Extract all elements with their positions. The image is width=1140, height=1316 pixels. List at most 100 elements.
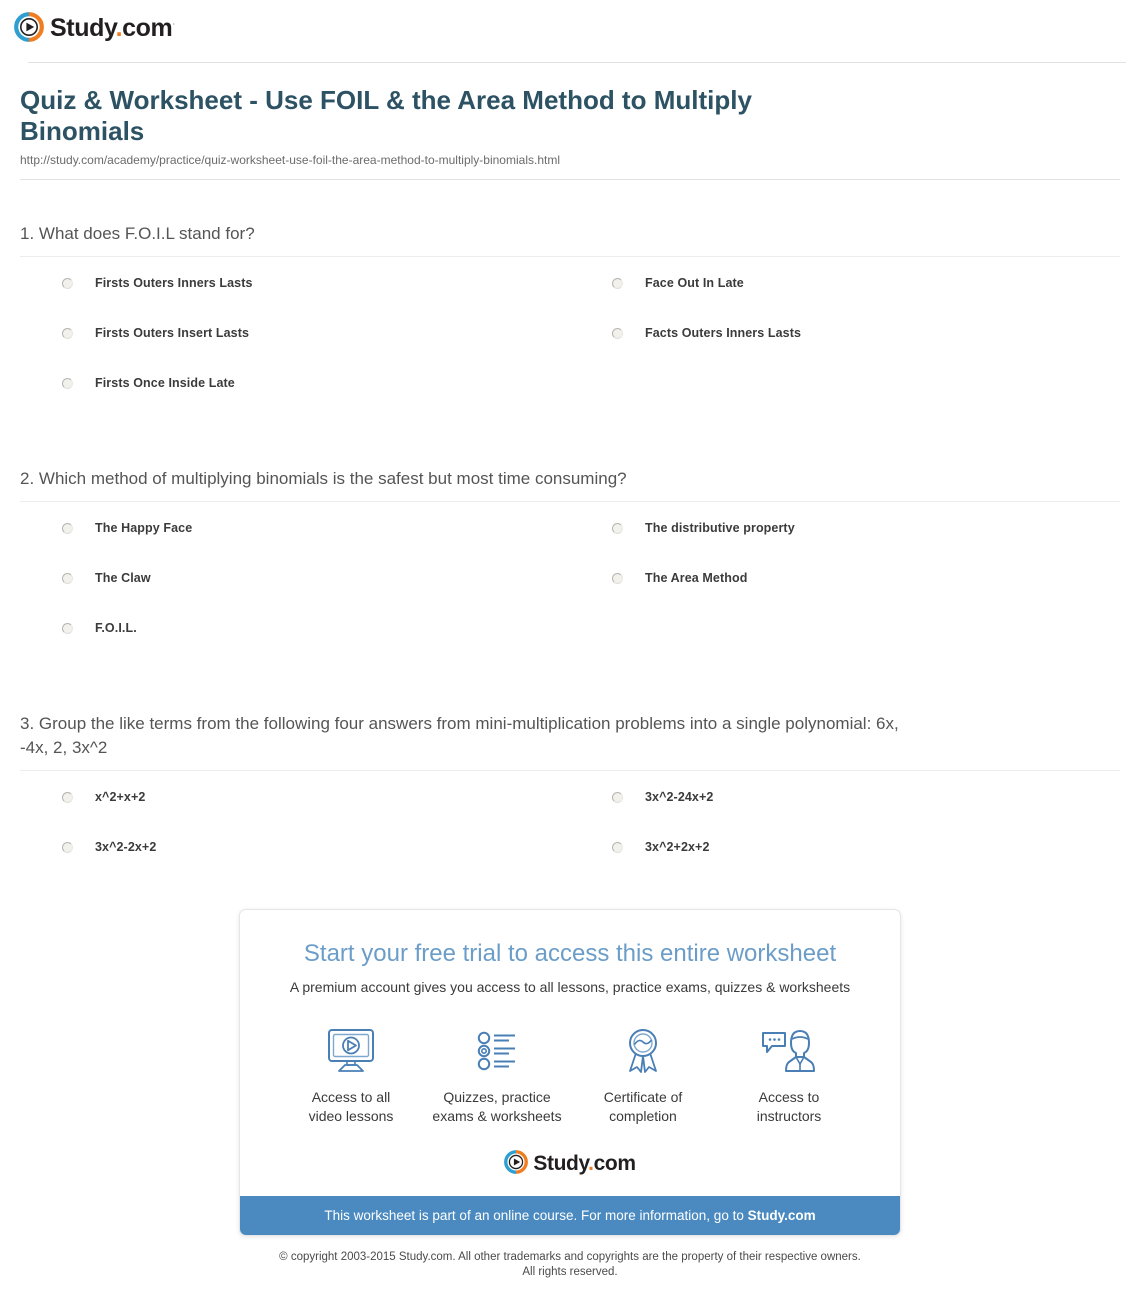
radio-button-icon[interactable] xyxy=(62,573,73,584)
course-info-bar[interactable]: This worksheet is part of an online cour… xyxy=(240,1196,900,1235)
radio-button-icon[interactable] xyxy=(612,278,623,289)
copyright-footer: © copyright 2003-2015 Study.com. All oth… xyxy=(0,1236,1140,1280)
answer-label: F.O.I.L. xyxy=(95,621,137,635)
radio-button-icon[interactable] xyxy=(62,523,73,534)
question-1-divider xyxy=(20,256,1120,257)
answer-option[interactable]: The Happy Face xyxy=(20,520,570,570)
answer-option[interactable]: Firsts Once Inside Late xyxy=(20,375,570,425)
study-logo[interactable]: Study.com· xyxy=(14,12,1140,42)
course-info-text: This worksheet is part of an online cour… xyxy=(324,1208,748,1223)
logo-word-study: Study xyxy=(50,13,116,42)
promo-title: Start your free trial to access this ent… xyxy=(303,940,837,967)
feature-label-line2: completion xyxy=(609,1108,677,1124)
question-3-text: 3. Group the like terms from the followi… xyxy=(20,714,899,757)
radio-button-icon[interactable] xyxy=(62,792,73,803)
question-1-text: 1. What does F.O.I.L stand for? xyxy=(20,224,255,243)
logo-word-study: Study xyxy=(533,1151,589,1175)
feature-label: Access to all video lessons xyxy=(278,1088,424,1126)
radio-button-icon[interactable] xyxy=(612,792,623,803)
answer-option[interactable]: x^2+x+2 xyxy=(20,789,570,839)
radio-button-icon[interactable] xyxy=(612,328,623,339)
questions-container: 1. What does F.O.I.L stand for? Firsts O… xyxy=(0,180,1140,889)
promo-section: Start your free trial to access this ent… xyxy=(0,909,1140,1236)
answer-label: The distributive property xyxy=(645,521,795,535)
answer-option[interactable]: The distributive property xyxy=(570,520,1120,570)
copyright-line-2: All rights reserved. xyxy=(522,1266,618,1278)
page-title: Quiz & Worksheet - Use FOIL & the Area M… xyxy=(20,85,752,146)
answer-option[interactable]: The Claw xyxy=(20,570,570,620)
radio-button-icon[interactable] xyxy=(62,378,73,389)
question-3-answers: x^2+x+2 3x^2-24x+2 3x^2-2x+2 3x^2+2x+2 xyxy=(20,789,1120,889)
answer-option[interactable]: 3x^2+2x+2 xyxy=(570,839,1120,889)
answer-option[interactable]: Firsts Outers Insert Lasts xyxy=(20,325,570,375)
answer-label: Face Out In Late xyxy=(645,276,744,290)
answer-label: Facts Outers Inners Lasts xyxy=(645,326,802,340)
page-url: http://study.com/academy/practice/quiz-w… xyxy=(20,153,560,167)
answer-label: Firsts Outers Inners Lasts xyxy=(95,276,253,290)
study-logo-text: Study.com xyxy=(533,1151,636,1175)
award-ribbon-icon xyxy=(570,1024,716,1078)
radio-button-icon[interactable] xyxy=(612,523,623,534)
feature-label-line1: Access to xyxy=(758,1089,820,1105)
logo-trademark: · xyxy=(172,18,175,29)
question-1-answers: Firsts Outers Inners Lasts Face Out In L… xyxy=(20,275,1120,425)
answer-option[interactable]: Firsts Outers Inners Lasts xyxy=(20,275,570,325)
title-block: Quiz & Worksheet - Use FOIL & the Area M… xyxy=(0,63,1140,180)
answer-label: Firsts Once Inside Late xyxy=(95,376,235,390)
feature-label-line2: exams & worksheets xyxy=(432,1108,562,1124)
feature-label-line2: instructors xyxy=(756,1108,822,1124)
course-info-link[interactable]: Study.com xyxy=(748,1208,816,1223)
answer-label: The Happy Face xyxy=(95,521,193,535)
play-circle-icon xyxy=(504,1150,529,1174)
feature-label: Quizzes, practice exams & worksheets xyxy=(424,1088,570,1126)
question-2-answers: The Happy Face The distributive property… xyxy=(20,520,1120,670)
monitor-play-icon xyxy=(278,1024,424,1078)
answer-option[interactable]: Facts Outers Inners Lasts xyxy=(570,325,1120,375)
logo-word-com: com xyxy=(122,13,173,42)
page-header: Study.com· xyxy=(0,0,1140,63)
feature-video-lessons: Access to all video lessons xyxy=(278,1024,424,1126)
answer-option[interactable]: 3x^2-2x+2 xyxy=(20,839,570,889)
feature-label: Access to instructors xyxy=(716,1088,862,1126)
quiz-list-icon xyxy=(424,1024,570,1078)
answer-label: Firsts Outers Insert Lasts xyxy=(95,326,250,340)
answer-label: 3x^2+2x+2 xyxy=(645,840,710,854)
question-1: 1. What does F.O.I.L stand for? Firsts O… xyxy=(20,180,1120,425)
answer-label: 3x^2-24x+2 xyxy=(645,790,714,804)
free-trial-card: Start your free trial to access this ent… xyxy=(239,909,901,1236)
answer-label: x^2+x+2 xyxy=(95,790,146,804)
feature-label-line2: video lessons xyxy=(308,1108,394,1124)
question-2-text: 2. Which method of multiplying binomials… xyxy=(20,469,627,488)
radio-button-icon[interactable] xyxy=(612,842,623,853)
question-2: 2. Which method of multiplying binomials… xyxy=(20,425,1120,670)
feature-quizzes: Quizzes, practice exams & worksheets xyxy=(424,1024,570,1126)
study-logo-text: Study.com· xyxy=(50,13,175,42)
copyright-line-1: © copyright 2003-2015 Study.com. All oth… xyxy=(279,1251,861,1263)
radio-button-icon[interactable] xyxy=(62,328,73,339)
feature-label-line1: Quizzes, practice xyxy=(443,1089,551,1105)
feature-certificate: Certificate of completion xyxy=(570,1024,716,1126)
answer-option[interactable]: Face Out In Late xyxy=(570,275,1120,325)
instructor-chat-icon xyxy=(716,1024,862,1078)
feature-list: Access to all video lessons Quizzes, pra… xyxy=(240,996,900,1126)
play-circle-icon xyxy=(14,12,44,42)
question-2-divider xyxy=(20,501,1120,502)
feature-label-line1: Access to all xyxy=(311,1089,391,1105)
answer-option[interactable]: 3x^2-24x+2 xyxy=(570,789,1120,839)
answer-label: The Claw xyxy=(95,571,151,585)
logo-word-com: com xyxy=(593,1151,636,1175)
answer-label: The Area Method xyxy=(645,571,748,585)
answer-option[interactable]: The Area Method xyxy=(570,570,1120,620)
radio-button-icon[interactable] xyxy=(62,278,73,289)
feature-label-line1: Certificate of xyxy=(603,1089,683,1105)
answer-label: 3x^2-2x+2 xyxy=(95,840,157,854)
feature-label: Certificate of completion xyxy=(570,1088,716,1126)
question-3: 3. Group the like terms from the followi… xyxy=(20,670,1120,889)
promo-subtitle: A premium account gives you access to al… xyxy=(289,979,851,995)
radio-button-icon[interactable] xyxy=(612,573,623,584)
radio-button-icon[interactable] xyxy=(62,623,73,634)
promo-study-logo[interactable]: Study.com xyxy=(240,1126,900,1196)
radio-button-icon[interactable] xyxy=(62,842,73,853)
question-3-divider xyxy=(20,770,1120,771)
answer-option[interactable]: F.O.I.L. xyxy=(20,620,570,670)
